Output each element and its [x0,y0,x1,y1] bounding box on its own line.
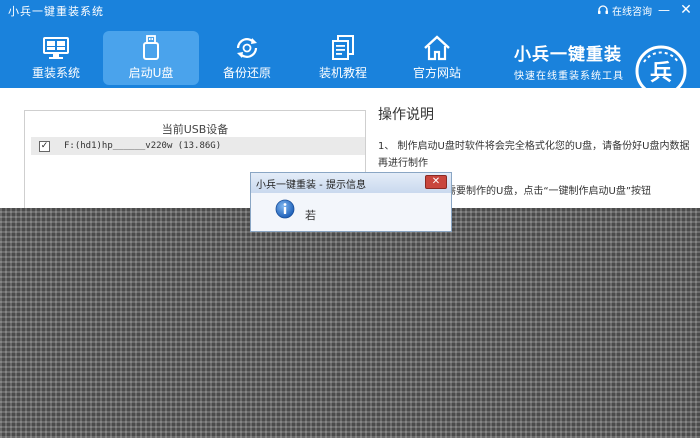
usb-device-row[interactable]: ✓ F:(hd1)hp______v220w (13.86G) [31,137,365,155]
help-line: 再进行制作 [378,158,428,169]
nav-label: 官方网站 [412,66,461,80]
home-icon [424,35,450,61]
nav-item-tutorial[interactable]: 装机教程 [295,31,391,85]
nav-label: 启动U盘 [128,66,174,80]
online-consult-link[interactable]: 在线咨询 [597,2,652,18]
monitor-icon [43,37,69,59]
usb-panel-title: 当前USB设备 [161,123,229,136]
nav-item-backup-restore[interactable]: 备份还原 [199,31,295,85]
nav-label: 重装系统 [31,66,80,80]
document-icon [332,35,354,60]
nav-label: 装机教程 [318,66,367,80]
title-bar: 小兵一键重装系统 在线咨询 — ✕ [0,0,700,20]
redacted-overlay [0,208,700,438]
backup-icon [236,38,258,58]
help-title: 操作说明 [378,107,434,123]
brand-slogan: 快速在线重装系统工具 [514,71,624,82]
dialog-message: 若 [305,209,316,222]
help-line: 需要制作的U盘，点击“一键制作启动U盘”按钮 [446,186,651,197]
nav-item-boot-usb[interactable]: 启动U盘 [103,31,199,85]
usb-icon [143,35,159,60]
dialog-close-button[interactable]: ✕ [425,175,447,189]
brand-logo-mark: 兵 [650,61,672,86]
nav-bar: 重装系统 启动U盘 备份还原 装机教程 官方网站 小兵一键重装 快速在线重装系统… [0,20,700,97]
usb-device-checkbox[interactable]: ✓ [39,140,50,152]
online-consult-label: 在线咨询 [612,6,652,18]
usb-device-label: F:(hd1)hp______v220w (13.86G) [64,141,222,151]
app-title: 小兵一键重装系统 [8,5,104,18]
info-dialog: 小兵一键重装 - 提示信息 ✕ 若 [250,172,452,232]
nav-label: 备份还原 [222,66,271,80]
dialog-title: 小兵一键重装 - 提示信息 [256,179,366,191]
brand-logo-icon: 兵 [635,45,687,97]
brand-title: 小兵一键重装 [514,45,622,65]
help-line: 1、 制作启动U盘时软件将会完全格式化您的U盘，请备份好U盘内数据 [378,141,690,152]
close-button[interactable]: ✕ [678,2,694,18]
info-icon [275,199,295,219]
nav-item-reinstall[interactable]: 重装系统 [8,31,104,85]
nav-item-official-site[interactable]: 官方网站 [389,31,485,85]
headset-icon [598,5,608,14]
dialog-title-bar: 小兵一键重装 - 提示信息 [251,173,451,193]
minimize-button[interactable]: — [656,2,672,18]
